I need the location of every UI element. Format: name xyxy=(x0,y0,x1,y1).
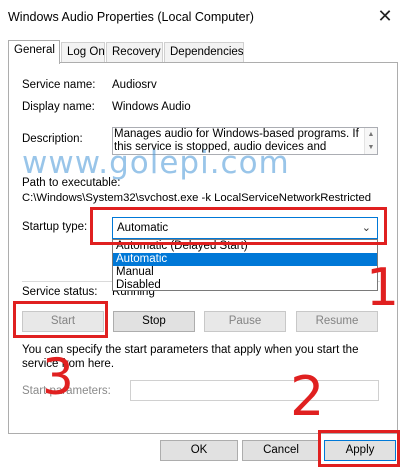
startup-option-automatic[interactable]: Automatic xyxy=(113,253,377,266)
service-status-label: Service status: xyxy=(22,286,98,298)
startup-type-label: Startup type: xyxy=(22,221,88,233)
startup-type-dropdown: Automatic (Delayed Start) Automatic Manu… xyxy=(112,239,378,291)
tab-bar: General Log On Recovery Dependencies xyxy=(8,40,398,64)
annotation-box-apply xyxy=(318,430,400,467)
stop-button[interactable]: Stop xyxy=(113,311,195,332)
startup-option-disabled[interactable]: Disabled xyxy=(113,279,377,292)
service-name-value: Audiosrv xyxy=(112,79,157,91)
window-title: Windows Audio Properties (Local Computer… xyxy=(8,10,254,24)
close-button[interactable]: ✕ xyxy=(366,0,404,33)
path-value: C:\Windows\System32\svchost.exe -k Local… xyxy=(22,192,372,204)
tab-log-on[interactable]: Log On xyxy=(61,42,105,63)
annotation-number-2: 2 xyxy=(290,365,325,428)
tab-dependencies[interactable]: Dependencies xyxy=(164,42,244,63)
start-params-input[interactable] xyxy=(130,380,379,401)
annotation-box-startup-type xyxy=(90,207,387,245)
ok-button[interactable]: OK xyxy=(160,440,238,461)
annotation-number-1: 1 xyxy=(366,258,400,318)
pause-button[interactable]: Pause xyxy=(204,311,286,332)
close-icon: ✕ xyxy=(377,6,393,26)
description-scrollbar[interactable]: ▲ ▼ xyxy=(364,128,377,154)
display-name-value: Windows Audio xyxy=(112,101,191,113)
watermark: www.golepi.com xyxy=(22,145,290,181)
start-params-hint: You can specify the start parameters tha… xyxy=(22,344,359,370)
path-label: Path to executable: xyxy=(22,177,121,189)
title-bar: Windows Audio Properties (Local Computer… xyxy=(0,0,404,34)
display-name-label: Display name: xyxy=(22,101,95,113)
description-label: Description: xyxy=(22,133,83,145)
cancel-button[interactable]: Cancel xyxy=(242,440,320,461)
tab-general[interactable]: General xyxy=(8,40,60,64)
startup-option-manual[interactable]: Manual xyxy=(113,266,377,279)
service-name-label: Service name: xyxy=(22,79,96,91)
tab-recovery[interactable]: Recovery xyxy=(106,42,163,63)
annotation-box-start xyxy=(13,301,108,338)
annotation-number-3: 3 xyxy=(42,348,74,406)
